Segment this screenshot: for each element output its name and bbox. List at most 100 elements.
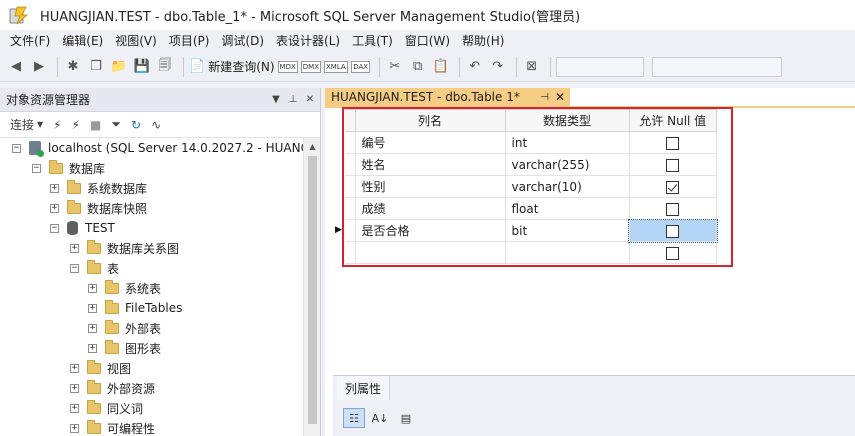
menu-item-4[interactable]: 调试(D) [215, 30, 270, 52]
tree-node[interactable]: − localhost (SQL Server 14.0.2027.2 - HUA… [12, 138, 303, 158]
row-selector[interactable] [345, 131, 356, 154]
scrollbar-thumb[interactable] [308, 156, 317, 424]
refresh-icon[interactable]: ↻ [131, 118, 141, 132]
tree-node[interactable]: + 外部资源 [70, 378, 155, 398]
data-type-cell[interactable]: float [504, 197, 630, 220]
column-name-cell[interactable]: 性别 [354, 175, 506, 198]
open-folder-icon[interactable]: 📁 [109, 56, 129, 78]
connect-plug-icon[interactable]: ⚡ [53, 118, 61, 132]
xmla-query-button[interactable]: XMLA [324, 56, 348, 78]
connect-button[interactable]: 连接 ▼ [10, 116, 43, 133]
document-tab[interactable]: HUANGJIAN.TEST - dbo.Table 1* ⊣ ✕ [325, 88, 570, 106]
expand-icon[interactable]: + [50, 183, 59, 193]
data-type-cell[interactable]: bit [504, 219, 630, 242]
alphabetical-sort-icon[interactable]: A↓ [369, 408, 391, 428]
column-name-cell[interactable]: 编号 [354, 131, 506, 154]
expand-icon[interactable]: + [50, 203, 59, 213]
tree-node[interactable]: − 表 [70, 258, 119, 278]
table-row[interactable]: 是否合格 bit [345, 218, 718, 243]
tree-node[interactable]: + 视图 [70, 358, 131, 378]
allow-null-checkbox[interactable] [666, 202, 680, 216]
column-properties-tab[interactable]: 列属性 [337, 376, 391, 400]
data-type-cell[interactable]: varchar(255) [504, 153, 630, 176]
paste-icon[interactable]: 📋 [431, 56, 451, 78]
property-pages-icon[interactable]: ▤ [395, 408, 417, 428]
row-selector[interactable] [345, 153, 356, 176]
expand-icon[interactable]: + [88, 303, 97, 313]
column-name-cell[interactable]: 姓名 [354, 153, 506, 176]
row-selector[interactable] [345, 197, 356, 220]
dropdown-icon[interactable]: ▼ [269, 94, 283, 105]
new-query-button[interactable]: 📄 新建查询(N) [189, 56, 275, 78]
pin-icon[interactable]: ⊥ [286, 94, 300, 105]
tree-node[interactable]: + 数据库关系图 [70, 238, 179, 258]
close-tab-icon[interactable]: ✕ [555, 90, 565, 104]
allow-null-checkbox[interactable] [666, 224, 680, 238]
back-icon[interactable]: ◀ [6, 56, 26, 78]
new-project-icon[interactable]: ✱ [63, 56, 83, 78]
stop-icon[interactable]: ■ [90, 118, 101, 132]
categorized-icon[interactable]: ☷ [343, 408, 365, 428]
collapse-icon[interactable]: − [50, 223, 59, 233]
expand-icon[interactable]: + [70, 383, 79, 393]
save-all-icon[interactable]: 🗐 [155, 56, 175, 78]
tree-node[interactable]: + 图形表 [88, 338, 161, 358]
table-row[interactable]: 性别 varchar(10) [345, 175, 717, 198]
menu-item-2[interactable]: 视图(V) [109, 30, 163, 52]
copy-icon[interactable]: ⧉ [408, 56, 428, 78]
mdx-query-button[interactable]: MDX [277, 56, 298, 78]
tree-node[interactable]: + FileTables [88, 298, 182, 318]
dax-query-button[interactable]: DAX [351, 56, 371, 78]
tree-node[interactable]: + 同义词 [70, 398, 143, 418]
allow-null-checkbox[interactable] [666, 136, 680, 150]
pin-icon[interactable]: ⊣ [540, 92, 549, 103]
menu-item-1[interactable]: 编辑(E) [56, 30, 109, 52]
table-row[interactable] [345, 241, 717, 264]
redo-icon[interactable]: ↷ [488, 56, 508, 78]
row-selector[interactable] [345, 241, 356, 264]
expand-icon[interactable]: + [70, 243, 79, 253]
tree-node[interactable]: + 系统数据库 [50, 178, 147, 198]
tree-node[interactable]: + 数据库快照 [50, 198, 147, 218]
column-name-cell[interactable]: 是否合格 [354, 219, 506, 242]
menu-item-7[interactable]: 窗口(W) [399, 30, 456, 52]
expand-icon[interactable]: + [70, 363, 79, 373]
allow-null-checkbox[interactable] [666, 180, 680, 194]
collapse-icon[interactable]: − [70, 263, 79, 273]
filter-icon[interactable]: ⏷ [111, 117, 121, 132]
row-selector[interactable] [345, 219, 356, 242]
expand-icon[interactable]: + [88, 343, 97, 353]
table-row[interactable]: 姓名 varchar(255) [345, 153, 717, 176]
allow-null-checkbox[interactable] [666, 158, 680, 172]
data-type-cell[interactable] [504, 241, 630, 264]
disconnect-icon[interactable]: ⚡ [72, 118, 80, 132]
tree-node[interactable]: + 可编程性 [70, 418, 155, 436]
save-icon[interactable]: 💾 [132, 56, 152, 78]
menu-item-6[interactable]: 工具(T) [346, 30, 399, 52]
close-icon[interactable]: ✕ [303, 94, 317, 105]
row-selector[interactable] [345, 175, 356, 198]
dmx-query-button[interactable]: DMX [300, 56, 321, 78]
expand-icon[interactable]: + [70, 403, 79, 413]
expand-icon[interactable]: + [88, 323, 97, 333]
activity-monitor-icon[interactable]: ∿ [151, 118, 161, 132]
menu-item-0[interactable]: 文件(F) [4, 30, 56, 52]
data-type-cell[interactable]: varchar(10) [504, 175, 630, 198]
table-row[interactable]: 编号 int [345, 131, 717, 154]
expand-icon[interactable]: + [70, 423, 79, 433]
search-combo[interactable] [651, 56, 782, 77]
add-item-icon[interactable]: ❐ [86, 56, 106, 78]
tree-node[interactable]: + 外部表 [88, 318, 161, 338]
expand-icon[interactable]: + [88, 283, 97, 293]
allow-null-checkbox[interactable] [666, 246, 680, 260]
table-row[interactable]: 成绩 float [345, 197, 717, 220]
cut-icon[interactable]: ✂ [385, 56, 405, 78]
tree-vertical-scrollbar[interactable]: ▲ [303, 138, 320, 436]
properties-window-icon[interactable]: ⊠ [522, 56, 542, 78]
menu-item-5[interactable]: 表设计器(L) [270, 30, 346, 52]
solution-config-combo[interactable] [555, 56, 644, 77]
forward-icon[interactable]: ▶ [29, 56, 49, 78]
tree-node[interactable]: + 系统表 [88, 278, 161, 298]
tree-node[interactable]: − TEST [50, 218, 115, 238]
data-type-cell[interactable]: int [504, 131, 630, 154]
